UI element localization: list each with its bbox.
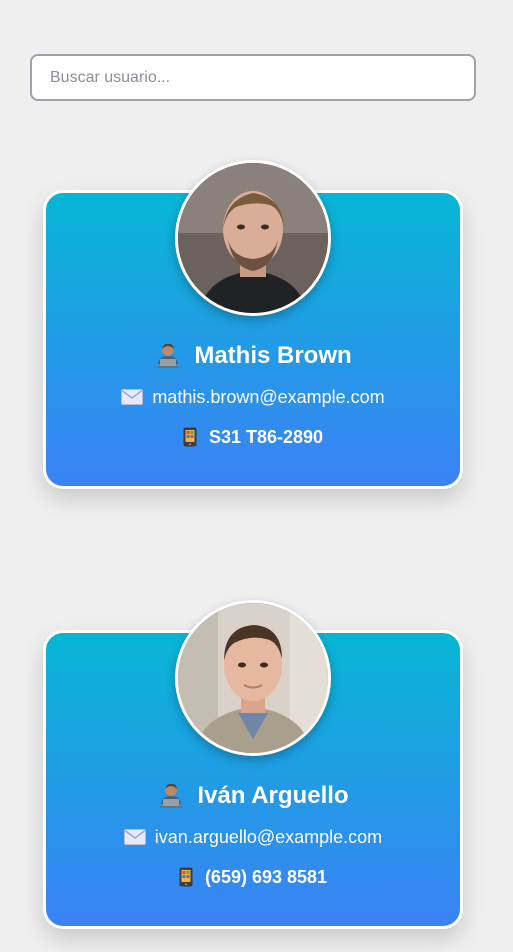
mobile-phone-icon <box>179 867 193 887</box>
user-name-label: Iván Arguello <box>197 782 349 809</box>
avatar-photo <box>178 163 328 313</box>
user-email: ivan.arguello@example.com <box>46 825 460 849</box>
avatar-photo <box>178 603 328 753</box>
mobile-phone-icon <box>183 427 197 447</box>
user-phone-label: (659) 693 8581 <box>204 867 328 887</box>
avatar <box>175 160 331 316</box>
user-phone: S31 T86-2890 <box>46 425 460 449</box>
user-name-label: Mathis Brown <box>194 342 352 369</box>
envelope-icon <box>121 389 144 405</box>
person-at-laptop-icon <box>157 782 185 810</box>
user-card: Mathis Brown mathis.brown@example.com S3… <box>43 160 463 489</box>
user-name: Mathis Brown <box>46 341 460 371</box>
search-input[interactable] <box>30 54 476 101</box>
user-name: Iván Arguello <box>46 781 460 811</box>
user-phone: (659) 693 8581 <box>46 865 460 889</box>
user-email-label: ivan.arguello@example.com <box>154 827 383 847</box>
search-bar <box>30 54 476 101</box>
envelope-icon <box>123 829 146 845</box>
user-card: Iván Arguello ivan.arguello@example.com … <box>43 600 463 929</box>
user-phone-label: S31 T86-2890 <box>208 427 324 447</box>
person-at-laptop-icon <box>154 342 182 370</box>
user-email-label: mathis.brown@example.com <box>152 387 385 407</box>
avatar <box>175 600 331 756</box>
user-email: mathis.brown@example.com <box>46 385 460 409</box>
